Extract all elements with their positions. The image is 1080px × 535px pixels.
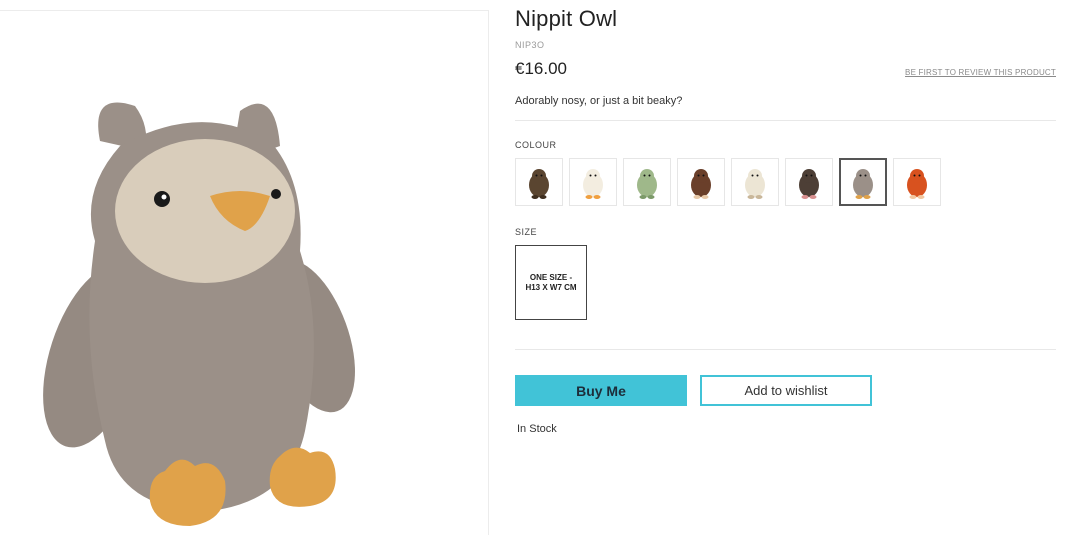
swatch-thumbnail — [799, 169, 819, 199]
swatch-thumbnail — [583, 169, 603, 199]
product-image-owl — [43, 102, 355, 526]
divider — [515, 349, 1056, 350]
colour-swatch-beaver[interactable] — [515, 158, 563, 206]
add-to-wishlist-button[interactable]: Add to wishlist — [700, 375, 872, 406]
product-sku: NIP3O — [515, 40, 545, 50]
colour-swatch-hedgehog[interactable] — [677, 158, 725, 206]
divider — [515, 120, 1056, 121]
swatch-thumbnail — [691, 169, 711, 199]
colour-swatch-mole[interactable] — [785, 158, 833, 206]
colour-swatches — [515, 158, 941, 206]
colour-swatch-duck[interactable] — [569, 158, 617, 206]
swatch-thumbnail — [637, 169, 657, 199]
product-title: Nippit Owl — [515, 6, 618, 31]
colour-label: COLOUR — [515, 140, 557, 150]
swatch-thumbnail — [745, 169, 765, 199]
swatch-thumbnail — [907, 169, 927, 199]
stock-status: In Stock — [517, 423, 557, 435]
swatch-thumbnail — [853, 169, 873, 199]
size-option-one-size[interactable]: ONE SIZE - H13 X W7 CM — [515, 245, 587, 320]
swatch-thumbnail — [529, 169, 549, 199]
product-image-panel[interactable] — [0, 10, 489, 535]
size-label: SIZE — [515, 227, 538, 237]
product-price: €16.00 — [515, 59, 567, 78]
colour-swatch-frog[interactable] — [623, 158, 671, 206]
colour-swatch-sheep[interactable] — [731, 158, 779, 206]
buy-button[interactable]: Buy Me — [515, 375, 687, 406]
colour-swatch-owl[interactable] — [839, 158, 887, 206]
product-tagline: Adorably nosy, or just a bit beaky? — [515, 95, 683, 107]
review-link[interactable]: BE FIRST TO REVIEW THIS PRODUCT — [905, 68, 1056, 77]
colour-swatch-squirrel[interactable] — [893, 158, 941, 206]
